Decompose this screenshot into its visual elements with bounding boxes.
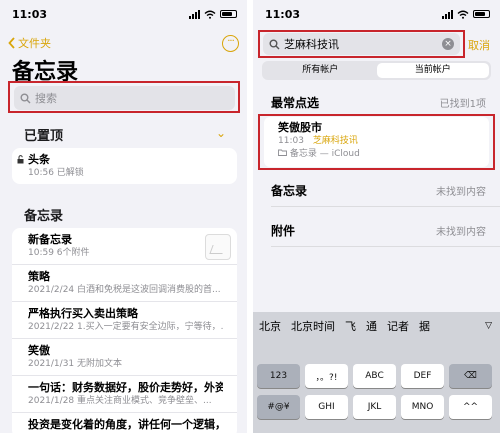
candidate-word[interactable]: 据 xyxy=(419,318,430,334)
candidate-bar: 北京 北京时间 飞 通 记者 据 ▽ xyxy=(253,312,500,340)
section-divider xyxy=(271,206,500,207)
notes-header: 备忘录 xyxy=(24,209,64,224)
note-subtitle: 2021/2/22 1.买入一定要有安全边际，宁等待，... xyxy=(28,322,223,332)
chevron-left-icon xyxy=(8,37,15,49)
signal-icon xyxy=(189,9,200,19)
note-title: 一句话：财务数据好，股价走势好，外资... xyxy=(28,381,223,394)
list-item[interactable]: 头条 10:56 已解锁 xyxy=(12,148,237,184)
candidate-word[interactable]: 记者 xyxy=(387,318,409,334)
notes-card: 新备忘录 10:59 6个附件 策略 2021/2/24 白酒和免税是这波回调消… xyxy=(12,228,237,433)
key-row: #@¥ GHI JKL MNO ^^ xyxy=(257,395,496,419)
note-title: 笑傲 xyxy=(28,344,50,357)
attachments-section-status: 未找到内容 xyxy=(436,227,486,238)
top-hits-title: 最常点选 xyxy=(271,96,320,110)
list-item[interactable]: 投资是变化着的角度，讲任何一个逻辑，... xyxy=(12,413,237,433)
list-item[interactable]: 严格执行买入卖出策略 2021/2/22 1.买入一定要有安全边际，宁等待，..… xyxy=(12,302,237,339)
more-options-button[interactable]: ··· xyxy=(222,34,239,52)
attachments-section-title: 附件 xyxy=(271,224,296,238)
nav-bar: 文件夹 ··· xyxy=(8,33,239,53)
candidate-word[interactable]: 飞 xyxy=(345,318,356,334)
key-row: 123 ，。?! ABC DEF ⌫ xyxy=(257,364,496,388)
annotation-box-result xyxy=(258,114,495,170)
note-subtitle: 10:59 6个附件 xyxy=(28,248,90,258)
collapse-chevron-icon[interactable]: ⌄ xyxy=(216,126,226,140)
status-icons xyxy=(189,9,237,19)
key-emoticon[interactable]: ^^ xyxy=(449,395,492,419)
battery-icon xyxy=(473,10,490,18)
wifi-icon xyxy=(457,10,469,19)
pinned-card: 头条 10:56 已解锁 xyxy=(12,148,237,184)
key-symbols[interactable]: #@¥ xyxy=(257,395,300,419)
candidate-word[interactable]: 通 xyxy=(366,318,377,334)
key-def[interactable]: DEF xyxy=(401,364,444,388)
back-label: 文件夹 xyxy=(18,37,51,50)
note-title: 严格执行买入卖出策略 xyxy=(28,307,138,320)
cancel-button[interactable]: 取消 xyxy=(468,37,490,53)
notes-section-title: 备忘录 xyxy=(271,184,308,198)
segment-current-account[interactable]: 当前帐户 xyxy=(376,63,489,78)
segment-all-accounts[interactable]: 所有帐户 xyxy=(264,63,377,78)
battery-icon xyxy=(220,10,237,18)
attachment-thumbnail xyxy=(205,234,231,260)
candidate-word[interactable]: 北京 xyxy=(259,318,281,334)
pinned-header: 已置顶 xyxy=(24,129,64,144)
annotation-box-search xyxy=(8,81,240,113)
wifi-icon xyxy=(204,10,216,19)
list-item[interactable]: 新备忘录 10:59 6个附件 xyxy=(12,228,237,265)
key-ghi[interactable]: GHI xyxy=(305,395,348,419)
unlock-icon xyxy=(17,155,24,164)
key-grid: 123 ，。?! ABC DEF ⌫ #@¥ GHI JKL MNO ^^ xyxy=(257,364,496,426)
note-subtitle: 2021/1/31 无附加文本 xyxy=(28,359,123,369)
section-divider xyxy=(271,246,500,247)
key-numbers[interactable]: 123 xyxy=(257,364,300,388)
key-jkl[interactable]: JKL xyxy=(353,395,396,419)
expand-candidates-icon[interactable]: ▽ xyxy=(485,321,492,331)
account-segmented-control: 所有帐户 当前帐户 xyxy=(262,61,491,80)
back-button[interactable]: 文件夹 xyxy=(8,35,51,51)
attachments-section-header: 附件 未找到内容 xyxy=(271,222,486,239)
key-abc[interactable]: ABC xyxy=(353,364,396,388)
list-item[interactable]: 笑傲 2021/1/31 无附加文本 xyxy=(12,339,237,376)
list-item[interactable]: 策略 2021/2/24 白酒和免税是这波回调消费股的首... xyxy=(12,265,237,302)
notes-section-header: 备忘录 未找到内容 xyxy=(271,182,486,199)
notes-section-status: 未找到内容 xyxy=(436,187,486,198)
list-item[interactable]: 一句话：财务数据好，股价走势好，外资... 2021/1/28 重点关注商业模式… xyxy=(12,376,237,413)
note-title: 投资是变化着的角度，讲任何一个逻辑，... xyxy=(28,418,223,431)
signal-icon xyxy=(442,9,453,19)
top-hits-count: 已找到1项 xyxy=(439,99,486,110)
status-time: 11:03 xyxy=(265,7,301,21)
note-title: 新备忘录 xyxy=(28,233,72,246)
notes-list-screen: 11:03 文件夹 ··· 备忘录 搜索 已置顶 ⌄ 头条 10:56 已解锁 … xyxy=(0,0,247,433)
key-punctuation[interactable]: ，。?! xyxy=(305,364,348,388)
note-subtitle: 10:56 已解锁 xyxy=(28,168,84,178)
keyboard: 北京 北京时间 飞 通 记者 据 ▽ 123 ，。?! ABC DEF ⌫ #@… xyxy=(253,312,500,433)
status-bar: 11:03 xyxy=(265,7,490,21)
status-icons xyxy=(442,9,490,19)
status-bar: 11:03 xyxy=(12,7,237,21)
top-hits-header: 最常点选 已找到1项 xyxy=(271,94,486,111)
note-subtitle: 2021/2/24 白酒和免税是这波回调消费股的首... xyxy=(28,285,221,295)
candidate-word[interactable]: 北京时间 xyxy=(291,318,335,334)
delete-key-icon[interactable]: ⌫ xyxy=(449,364,492,388)
note-subtitle: 2021/1/28 重点关注商业模式、竞争壁垒、... xyxy=(28,396,212,406)
key-mno[interactable]: MNO xyxy=(401,395,444,419)
status-time: 11:03 xyxy=(12,7,48,21)
annotation-box-search xyxy=(258,30,465,58)
note-title: 头条 xyxy=(28,153,50,166)
note-title: 策略 xyxy=(28,270,50,283)
search-results-screen: 11:03 芝麻科技讯 × 取消 所有帐户 当前帐户 最常点选 已找到1项 笑傲… xyxy=(253,0,500,433)
